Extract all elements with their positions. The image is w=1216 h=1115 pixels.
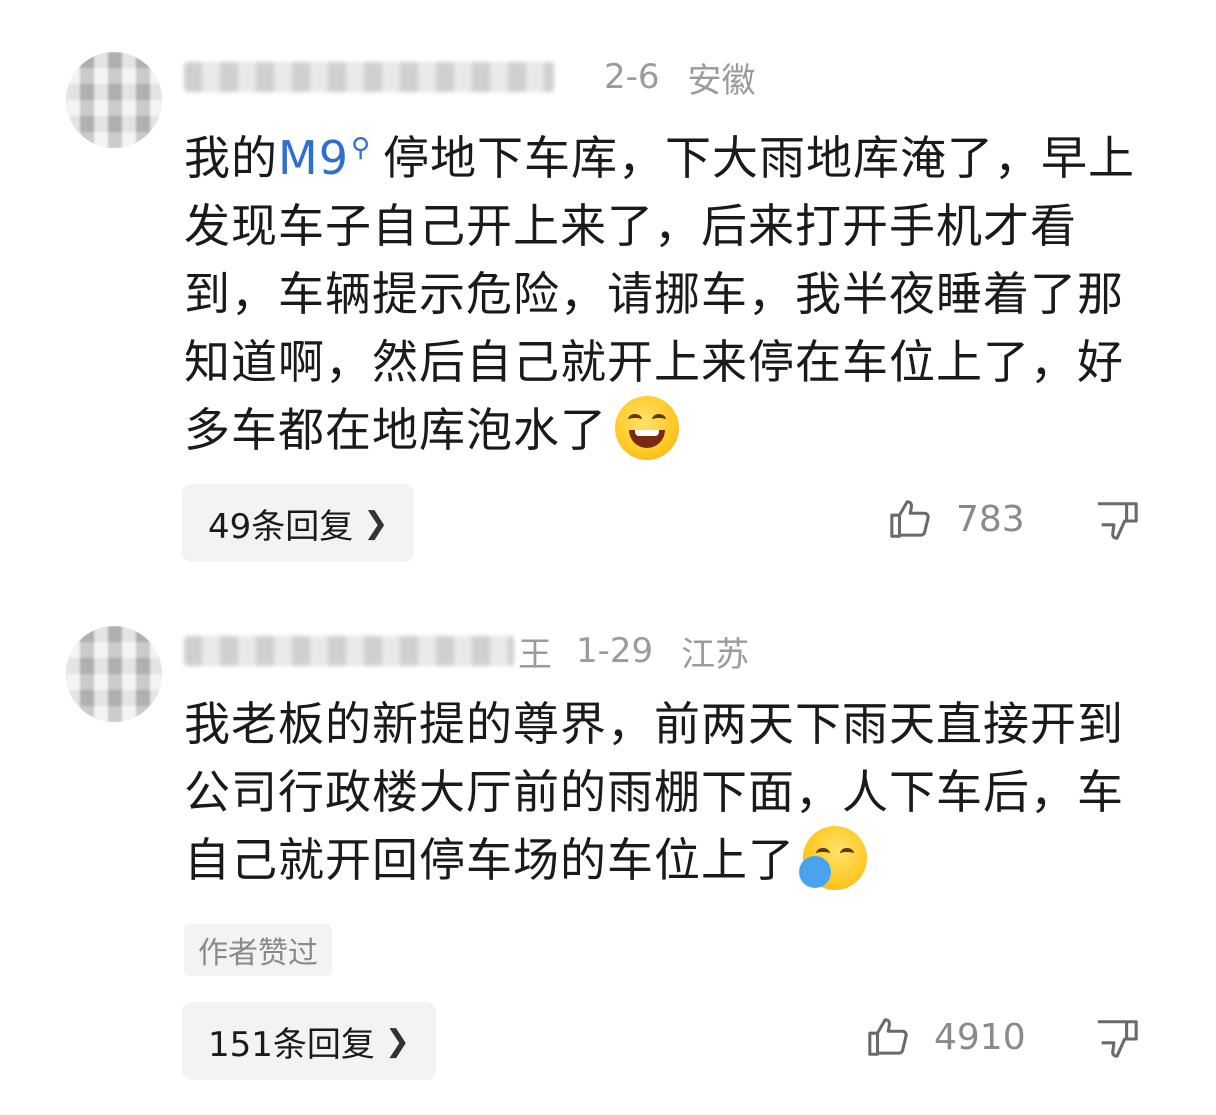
author-liked-badge: 作者赞过 <box>184 924 332 976</box>
tears-wiping-emoji <box>799 826 867 890</box>
thumbs-down-icon <box>1097 502 1138 540</box>
comment-date: 1-29 <box>576 631 654 671</box>
comment-meta: 王 1-29 江苏 <box>184 628 750 675</box>
chevron-right-icon: ❯ <box>363 505 389 541</box>
dislike-button[interactable] <box>1094 1016 1140 1066</box>
chevron-right-icon: ❯ <box>384 1023 411 1059</box>
laughing-emoji <box>615 396 679 460</box>
like-button[interactable]: 4910 <box>866 1014 1026 1060</box>
replies-button[interactable]: 49条回复 ❯ <box>182 484 415 562</box>
like-count: 783 <box>956 498 1025 540</box>
search-link-m9[interactable]: M9 <box>278 131 349 185</box>
like-count: 4910 <box>934 1016 1026 1058</box>
replies-button[interactable]: 151条回复 ❯ <box>182 1002 437 1080</box>
dislike-button[interactable] <box>1094 498 1140 548</box>
comment-meta: 2-6 安徽 <box>184 54 756 101</box>
username-blurred[interactable] <box>184 62 554 92</box>
avatar[interactable] <box>66 626 162 722</box>
username-tail: 王 <box>518 634 552 675</box>
comment-text: 我的M9⚲ 停地下车库，下大雨地库淹了，早上发现车子自己开上来了，后来打开手机才看… <box>184 114 1144 464</box>
comment-location: 江苏 <box>681 634 750 675</box>
comment-location: 安徽 <box>687 60 756 101</box>
comment-date: 2-6 <box>604 57 660 97</box>
username-blurred[interactable] <box>184 636 514 666</box>
comment-text: 我老板的新提的尊界，前两天下雨天直接开到公司行政楼大厅前的雨棚下面，人下车后，车… <box>184 690 1144 894</box>
thumbs-up-icon <box>890 500 930 538</box>
like-button[interactable]: 783 <box>888 496 1025 542</box>
avatar[interactable] <box>66 52 162 148</box>
search-icon[interactable]: ⚲ <box>351 133 371 163</box>
thumbs-up-icon <box>868 1018 908 1056</box>
thumbs-down-icon <box>1097 1020 1138 1058</box>
